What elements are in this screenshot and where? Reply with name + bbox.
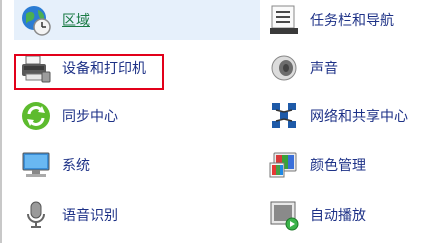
autoplay-label: 自动播放 [310, 208, 366, 224]
speech-recognition-label: 语音识别 [62, 208, 118, 224]
computer-icon [20, 149, 52, 181]
region-item[interactable]: 区域 [14, 0, 260, 40]
autoplay-icon [268, 199, 300, 231]
autoplay-item[interactable]: 自动播放 [262, 195, 422, 235]
taskbar-icon [268, 4, 300, 36]
sync-icon [20, 100, 52, 132]
speech-recognition-item[interactable]: 语音识别 [14, 195, 260, 235]
sound-label: 声音 [310, 61, 338, 77]
system-label: 系统 [62, 158, 90, 174]
sound-item[interactable]: 声音 [262, 48, 422, 88]
color-management-item[interactable]: 颜色管理 [262, 145, 422, 185]
network-sharing-label: 网络和共享中心 [310, 109, 408, 125]
network-sharing-item[interactable]: 网络和共享中心 [262, 96, 422, 136]
region-label: 区域 [62, 13, 90, 29]
color-management-icon [268, 149, 300, 181]
globe-clock-icon [20, 4, 52, 36]
network-icon [268, 100, 300, 132]
sync-center-label: 同步中心 [62, 109, 118, 125]
color-management-label: 颜色管理 [310, 158, 366, 174]
taskbar-navigation-item[interactable]: 任务栏和导航 [262, 0, 422, 40]
highlight-box [14, 54, 164, 90]
microphone-icon [20, 199, 52, 231]
system-item[interactable]: 系统 [14, 145, 260, 185]
left-divider [0, 0, 2, 243]
taskbar-navigation-label: 任务栏和导航 [310, 13, 394, 29]
speaker-icon [268, 52, 300, 84]
sync-center-item[interactable]: 同步中心 [14, 96, 260, 136]
